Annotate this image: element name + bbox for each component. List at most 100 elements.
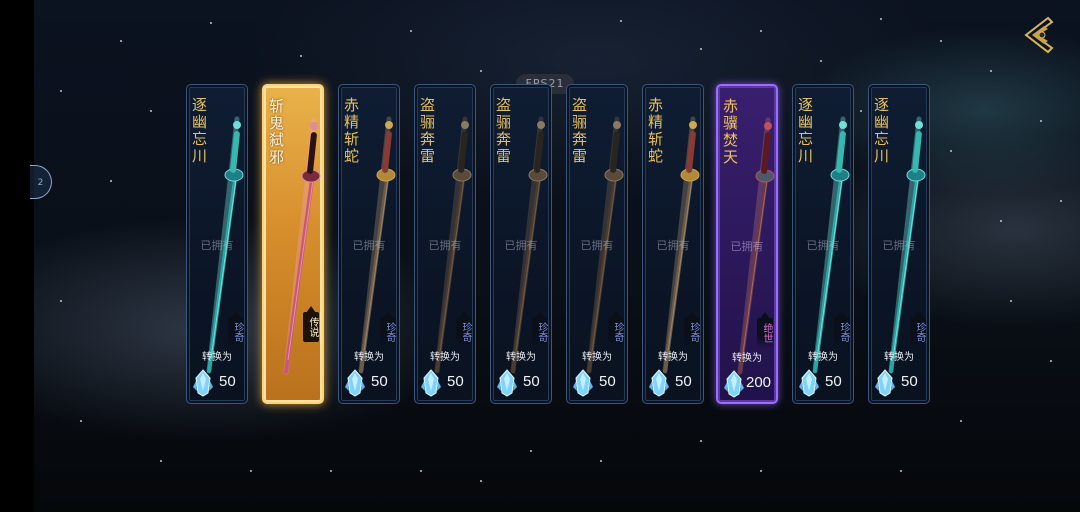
- weapon-card[interactable]: 赤骥焚天 已拥有 绝世 转换为 200: [716, 84, 778, 404]
- rarity-badge: 珍奇: [608, 311, 624, 347]
- star-dot: [1000, 220, 1002, 222]
- star-dot: [480, 70, 482, 72]
- convert-label: 转换为: [506, 352, 536, 363]
- weapon-card[interactable]: 盗骊奔雷 已拥有 珍奇 转换为 50: [490, 84, 552, 404]
- conversion-cost: 200: [724, 370, 776, 398]
- weapon-card[interactable]: 赤精斩蛇 已拥有 珍奇 转换为 50: [642, 84, 704, 404]
- star-dot: [620, 20, 622, 22]
- star-dot: [900, 470, 902, 472]
- conversion-cost: 50: [649, 369, 703, 397]
- star-dot: [420, 470, 422, 472]
- crystal-currency-icon: [649, 369, 669, 397]
- cost-value: 50: [371, 373, 388, 390]
- rarity-badge: 绝世: [757, 312, 773, 348]
- owned-label: 已拥有: [504, 239, 538, 252]
- conversion-cost: 50: [345, 369, 399, 397]
- weapon-name: 赤骥焚天: [721, 98, 739, 166]
- back-arrow-icon: [1024, 16, 1054, 54]
- weapon-card[interactable]: 赤精斩蛇 已拥有 珍奇 转换为 50: [338, 84, 400, 404]
- back-button[interactable]: [1018, 14, 1060, 56]
- crystal-currency-icon: [345, 369, 365, 397]
- weapon-card[interactable]: 盗骊奔雷 已拥有 珍奇 转换为 50: [566, 84, 628, 404]
- crystal-currency-icon: [724, 370, 744, 398]
- star-dot: [300, 55, 302, 57]
- star-dot: [80, 420, 82, 422]
- rarity-badge: 珍奇: [456, 311, 472, 347]
- rarity-badge: 珍奇: [684, 311, 700, 347]
- star-dot: [1010, 300, 1012, 302]
- crystal-currency-icon: [875, 369, 895, 397]
- cost-value: 50: [901, 373, 918, 390]
- left-black-bar: [0, 0, 34, 512]
- weapon-name: 赤精斩蛇: [342, 97, 360, 165]
- star-dot: [700, 440, 702, 442]
- owned-label: 已拥有: [352, 239, 386, 252]
- rarity-badge: 珍奇: [532, 311, 548, 347]
- crystal-currency-icon: [799, 369, 819, 397]
- owned-label: 已拥有: [882, 239, 916, 252]
- weapon-name: 盗骊奔雷: [570, 97, 588, 165]
- convert-label: 转换为: [658, 352, 688, 363]
- conversion-cost: 50: [421, 369, 475, 397]
- owned-label: 已拥有: [806, 239, 840, 252]
- weapon-name: 逐幽忘川: [190, 97, 208, 165]
- conversion-cost: 50: [875, 369, 929, 397]
- weapon-card[interactable]: 逐幽忘川 已拥有 珍奇 转换为 50: [792, 84, 854, 404]
- weapon-name: 赤精斩蛇: [646, 97, 664, 165]
- star-dot: [1050, 360, 1052, 362]
- owned-label: 已拥有: [580, 239, 614, 252]
- conversion-cost: 50: [193, 369, 247, 397]
- conversion-cost: 50: [799, 369, 853, 397]
- owned-label: 已拥有: [730, 240, 764, 253]
- star-dot: [1040, 120, 1042, 122]
- star-dot: [700, 48, 702, 50]
- star-dot: [60, 90, 62, 92]
- star-dot: [990, 70, 992, 72]
- star-dot: [250, 470, 252, 472]
- star-dot: [1060, 200, 1062, 202]
- rarity-badge: 珍奇: [910, 311, 926, 347]
- conversion-cost: 50: [497, 369, 551, 397]
- convert-label: 转换为: [732, 353, 762, 364]
- convert-label: 转换为: [430, 352, 460, 363]
- weapon-card[interactable]: 逐幽忘川 已拥有 珍奇 转换为 50: [868, 84, 930, 404]
- weapon-card[interactable]: 盗骊奔雷 已拥有 珍奇 转换为 50: [414, 84, 476, 404]
- convert-label: 转换为: [582, 352, 612, 363]
- convert-label: 转换为: [354, 352, 384, 363]
- crystal-currency-icon: [193, 369, 213, 397]
- cost-value: 50: [447, 373, 464, 390]
- star-dot: [160, 460, 162, 462]
- weapon-name: 逐幽忘川: [872, 97, 890, 165]
- cost-value: 50: [825, 373, 842, 390]
- star-dot: [600, 460, 602, 462]
- convert-label: 转换为: [202, 352, 232, 363]
- weapon-name: 盗骊奔雷: [418, 97, 436, 165]
- crystal-currency-icon: [573, 369, 593, 397]
- owned-label: 已拥有: [656, 239, 690, 252]
- weapon-name: 逐幽忘川: [796, 97, 814, 165]
- owned-label: 已拥有: [200, 239, 234, 252]
- weapon-card[interactable]: 逐幽忘川 已拥有 珍奇 转换为 50: [186, 84, 248, 404]
- cost-value: 200: [746, 374, 772, 391]
- star-dot: [330, 470, 332, 472]
- cost-value: 50: [219, 373, 236, 390]
- star-dot: [110, 180, 112, 182]
- weapon-name: 盗骊奔雷: [494, 97, 512, 165]
- cost-value: 50: [675, 373, 692, 390]
- star-dot: [860, 110, 862, 112]
- star-dot: [940, 40, 942, 42]
- weapon-name: 斩鬼弑邪: [267, 98, 285, 166]
- star-dot: [530, 450, 532, 452]
- crystal-currency-icon: [497, 369, 517, 397]
- cost-value: 50: [523, 373, 540, 390]
- star-dot: [950, 150, 952, 152]
- star-dot: [210, 22, 212, 24]
- weapon-card[interactable]: 斩鬼弑邪 传说: [262, 84, 324, 404]
- star-dot: [410, 30, 412, 32]
- star-dot: [880, 18, 882, 20]
- convert-label: 转换为: [808, 352, 838, 363]
- star-dot: [960, 420, 962, 422]
- star-dot: [150, 110, 152, 112]
- convert-label: 转换为: [884, 352, 914, 363]
- star-dot: [480, 480, 482, 482]
